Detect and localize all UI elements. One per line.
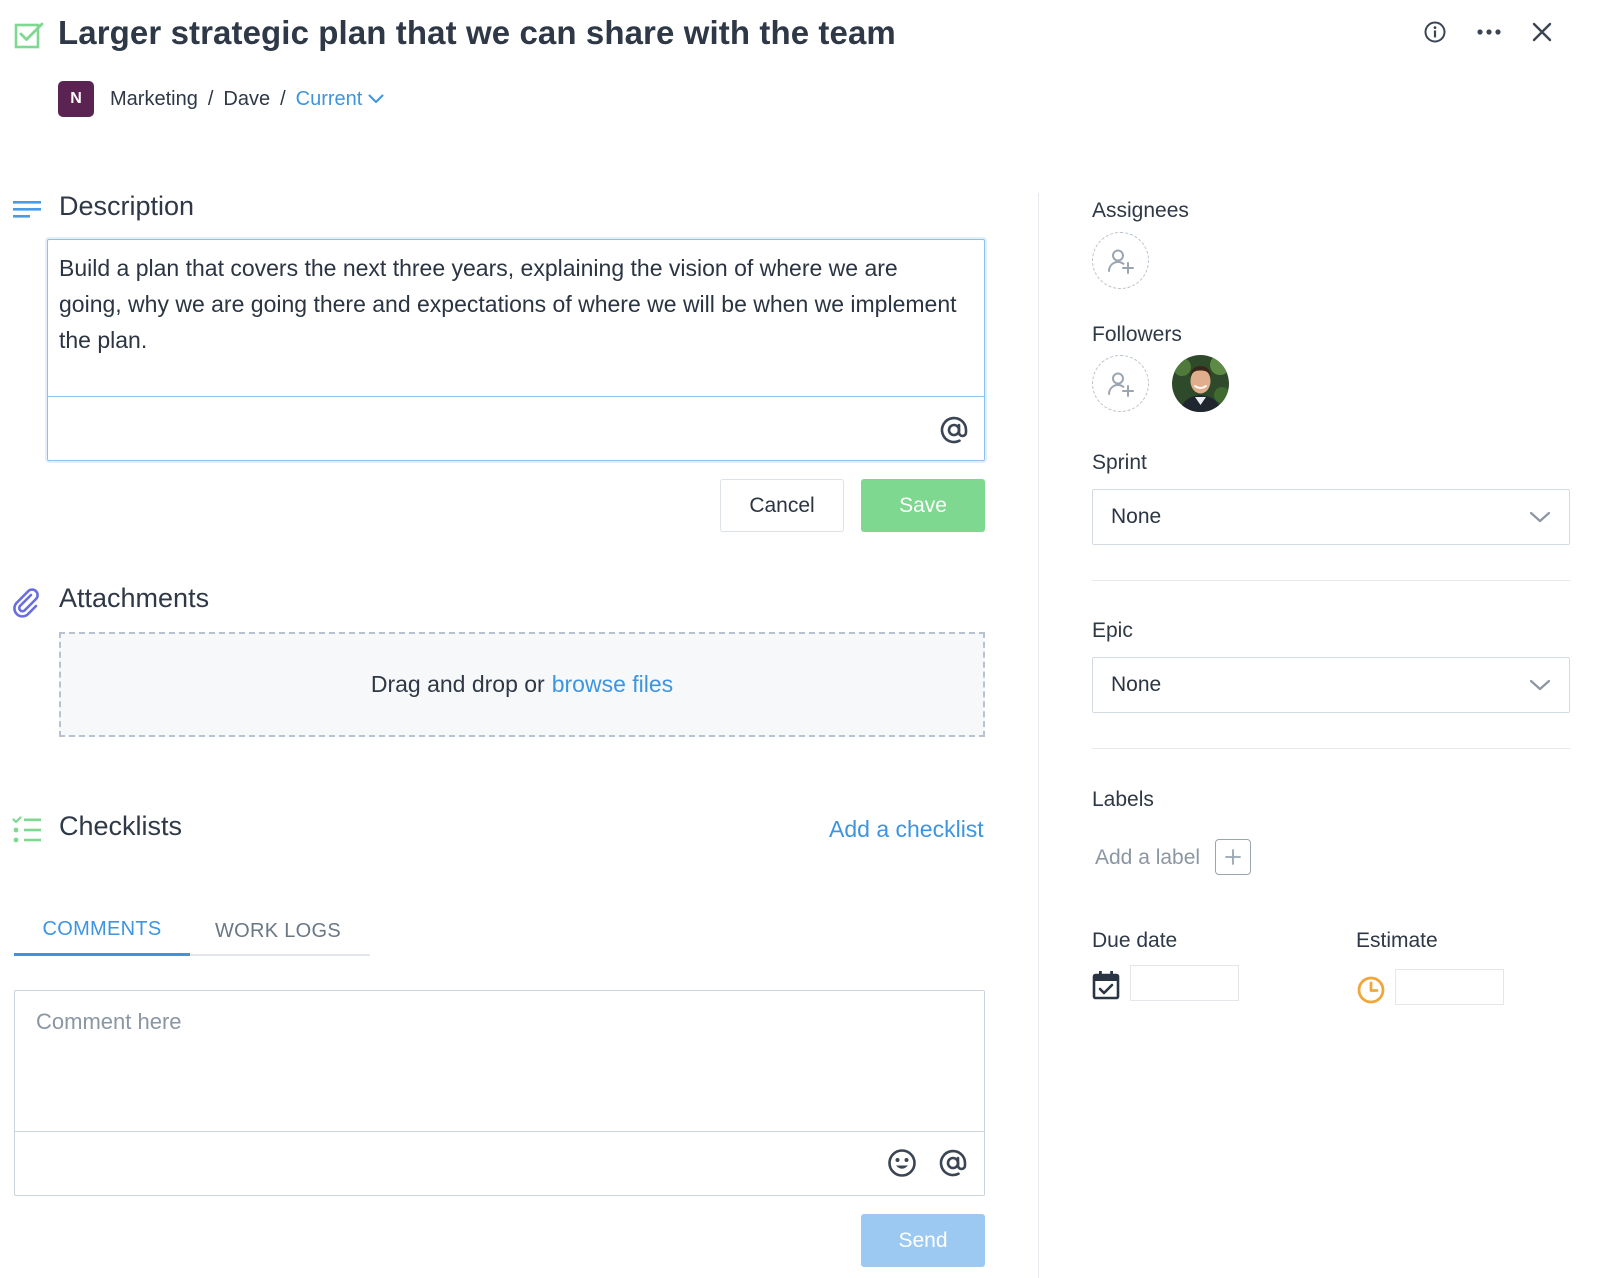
paperclip-icon <box>13 588 39 618</box>
breadcrumb-owner[interactable]: Dave <box>223 88 270 111</box>
breadcrumb-separator: / <box>207 87 214 110</box>
send-button[interactable]: Send <box>861 1214 985 1267</box>
page-title: Larger strategic plan that we can share … <box>58 14 896 51</box>
add-checklist-link[interactable]: Add a checklist <box>829 816 984 843</box>
chevron-down-icon <box>1529 511 1551 523</box>
comment-divider <box>15 1131 984 1132</box>
due-date-input[interactable] <box>1130 965 1239 1001</box>
clock-icon[interactable] <box>1356 975 1386 1005</box>
epic-value: None <box>1111 673 1162 696</box>
chevron-down-icon <box>368 94 384 103</box>
browse-files-link[interactable]: browse files <box>552 671 673 698</box>
description-text[interactable]: Build a plan that covers the next three … <box>59 250 964 358</box>
labels-label: Labels <box>1092 788 1154 811</box>
breadcrumb-current-dropdown[interactable]: Current <box>296 88 385 111</box>
add-label-link[interactable]: Add a label <box>1095 846 1200 870</box>
comment-editor <box>14 990 985 1196</box>
column-divider <box>1038 193 1039 1278</box>
activity-tabs: COMMENTS WORK LOGS <box>14 906 370 956</box>
close-icon <box>1532 22 1552 42</box>
info-icon <box>1424 21 1446 43</box>
sprint-value: None <box>1111 505 1162 528</box>
add-follower-button[interactable] <box>1092 355 1149 412</box>
section-divider <box>1092 748 1570 749</box>
add-user-icon <box>1107 249 1134 274</box>
add-label-button[interactable] <box>1215 839 1251 875</box>
checklists-heading: Checklists <box>59 811 183 841</box>
chevron-down-icon <box>1529 679 1551 691</box>
save-button[interactable]: Save <box>861 479 985 532</box>
dropzone-text: Drag and drop or <box>370 671 545 697</box>
attachment-dropzone[interactable]: Drag and drop or browse files <box>59 632 985 737</box>
breadcrumb: N Marketing / Dave / Current <box>58 81 384 117</box>
close-button[interactable] <box>1526 16 1558 48</box>
breadcrumb-current-label: Current <box>295 87 363 110</box>
attachments-heading: Attachments <box>59 583 210 613</box>
project-badge[interactable]: N <box>58 81 94 117</box>
mention-at-icon[interactable] <box>937 1147 969 1179</box>
tab-comments[interactable]: COMMENTS <box>14 906 190 956</box>
user-avatar-image <box>1172 355 1229 412</box>
description-heading: Description <box>59 191 195 221</box>
estimate-input[interactable] <box>1395 969 1504 1005</box>
cancel-button[interactable]: Cancel <box>720 479 844 532</box>
epic-label: Epic <box>1092 619 1133 642</box>
comment-input[interactable] <box>36 1009 936 1035</box>
breadcrumb-separator: / <box>280 87 286 110</box>
followers-label: Followers <box>1092 323 1182 346</box>
editor-divider <box>48 396 984 397</box>
follower-avatar[interactable] <box>1172 355 1229 412</box>
tab-work-logs[interactable]: WORK LOGS <box>190 906 366 956</box>
add-user-icon <box>1107 372 1134 397</box>
due-date-label: Due date <box>1092 929 1178 952</box>
more-horizontal-icon <box>1477 29 1501 35</box>
description-editor[interactable]: Build a plan that covers the next three … <box>47 239 985 461</box>
sprint-select[interactable]: None <box>1092 489 1570 545</box>
task-checkbox-icon <box>14 22 44 49</box>
checklist-icon <box>12 816 41 843</box>
estimate-label: Estimate <box>1356 929 1438 952</box>
more-options-button[interactable] <box>1473 16 1505 48</box>
description-lines-icon <box>13 201 41 218</box>
mention-at-icon[interactable] <box>938 414 970 446</box>
plus-icon <box>1225 849 1241 865</box>
breadcrumb-project[interactable]: Marketing <box>110 88 198 111</box>
section-divider <box>1092 580 1570 581</box>
emoji-icon[interactable] <box>886 1147 918 1179</box>
epic-select[interactable]: None <box>1092 657 1570 713</box>
info-button[interactable] <box>1419 16 1451 48</box>
calendar-icon[interactable] <box>1092 970 1120 1000</box>
assignees-label: Assignees <box>1092 199 1189 222</box>
sprint-label: Sprint <box>1092 451 1147 474</box>
add-assignee-button[interactable] <box>1092 232 1149 289</box>
